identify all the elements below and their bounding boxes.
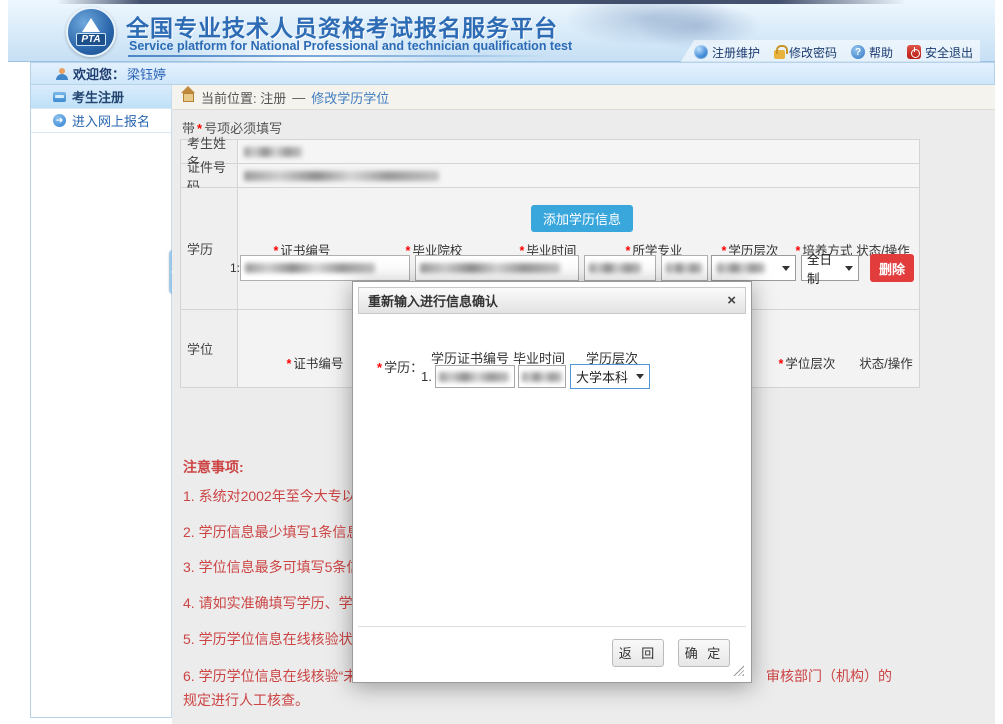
chevron-down-icon [636, 374, 644, 379]
welcome-username: 梁钰婷 [127, 64, 166, 83]
note-item-6-wrap: 规定进行人工核查。 [183, 690, 309, 710]
registration-platform-screen: PTA 全国专业技术人员资格考试报名服务平台 Service platform … [0, 0, 1003, 724]
welcome-bar: 欢迎您： 梁钰婷 [30, 62, 995, 85]
column-degree-status: 状态/操作 [859, 353, 912, 372]
pta-logo: PTA [66, 7, 116, 57]
modal-body: *学历： 学历证书编号 毕业时间 学历层次 1. 大学本科 [358, 314, 746, 626]
site-title: 全国专业技术人员资格考试报名服务平台 [126, 9, 558, 43]
modal-level-select[interactable]: 大学本科 [570, 364, 650, 389]
resize-grip[interactable] [733, 665, 744, 676]
degree-label: 学位 [181, 310, 238, 387]
sidebar-item-label: 考生注册 [72, 87, 124, 106]
delete-education-button[interactable]: 删除 [870, 254, 914, 282]
site-subtitle: Service platform for National Profession… [129, 39, 572, 53]
notes-title: 注意事项: [183, 457, 355, 477]
note-item-5: 5. 学历学位信息在线核验状态 [183, 629, 355, 649]
edu-level-select[interactable] [711, 255, 796, 281]
table-row-id-number: 证件号码 [181, 164, 919, 188]
modal-footer: 返 回 确 定 [358, 626, 746, 678]
link-change-password[interactable]: 修改密码 [774, 44, 837, 61]
welcome-prefix: 欢迎您： [73, 64, 125, 83]
modal-field-label: *学历： [375, 357, 423, 376]
home-icon [180, 92, 195, 105]
breadcrumb: 当前位置: 注册 — 修改学历学位 [172, 85, 995, 110]
breadcrumb-current-link[interactable]: 修改学历学位 [311, 88, 389, 107]
header-banner: PTA 全国专业技术人员资格考试报名服务平台 Service platform … [8, 0, 995, 62]
back-button[interactable]: 返 回 [612, 639, 664, 667]
globe-icon [694, 45, 708, 59]
link-label: 注册维护 [712, 44, 760, 61]
note-item-3: 3. 学位信息最多可填写5条信息 [183, 557, 355, 577]
subtitle-underline [128, 55, 548, 57]
close-icon[interactable]: × [727, 293, 736, 308]
header-links: 注册维护 修改密码 ? 帮助 安全退出 [694, 42, 973, 62]
link-label: 修改密码 [789, 44, 837, 61]
folder-icon [53, 92, 66, 102]
logo-triangle-icon [82, 18, 100, 32]
redacted-id-value [244, 171, 439, 181]
confirm-button[interactable]: 确 定 [678, 639, 730, 667]
note-item-1: 1. 系统对2002年至今大专以上 [183, 486, 355, 506]
grad-date-input[interactable] [584, 255, 656, 281]
sidebar: 考生注册 ➜ 进入网上报名 [30, 85, 172, 718]
modal-titlebar: 重新输入进行信息确认 × [358, 287, 746, 314]
note-item-6-continued: 审核部门（机构）的 [766, 666, 892, 686]
breadcrumb-location: 当前位置: 注册 [201, 88, 286, 107]
breadcrumb-separator: — [292, 90, 305, 105]
chevron-down-icon [845, 266, 853, 271]
link-help[interactable]: ? 帮助 [851, 44, 893, 61]
modal-cert-input[interactable] [435, 365, 515, 388]
confirm-info-modal: 重新输入进行信息确认 × *学历： 学历证书编号 毕业时间 学历层次 1. 大学… [352, 281, 752, 683]
sidebar-item-candidate-register[interactable]: 考生注册 [31, 85, 171, 109]
table-row-name: 考生姓名 [181, 140, 919, 164]
note-item-4: 4. 请如实准确填写学历、学位 [183, 593, 355, 613]
link-safe-logout[interactable]: 安全退出 [907, 44, 973, 61]
major-input[interactable] [661, 255, 708, 281]
school-input[interactable] [415, 255, 579, 281]
modal-grad-date-input[interactable] [518, 365, 566, 388]
logo-text: PTA [76, 33, 105, 46]
user-icon [56, 68, 68, 80]
link-register-maintain[interactable]: 注册维护 [694, 44, 760, 61]
column-degree-cert: *证书编号 [285, 353, 344, 372]
header-top-strip [56, 0, 906, 4]
column-degree-level: *学位层次 [777, 353, 836, 372]
cert-number-input[interactable] [240, 255, 410, 281]
id-value [238, 164, 919, 187]
name-value [238, 140, 919, 163]
add-education-button[interactable]: 添加学历信息 [531, 205, 633, 232]
modal-title: 重新输入进行信息确认 [368, 291, 498, 310]
id-label: 证件号码 [181, 164, 238, 187]
redacted-name-value [244, 147, 302, 157]
education-label: 学历 [181, 188, 238, 309]
training-mode-select[interactable]: 全日制 [801, 255, 859, 281]
sidebar-item-enter-online-register[interactable]: ➜ 进入网上报名 [31, 109, 171, 133]
note-item-6: 6. 学历学位信息在线核验“未 [183, 666, 355, 686]
chevron-down-icon [782, 266, 790, 271]
link-label: 帮助 [869, 44, 893, 61]
sidebar-item-label: 进入网上报名 [72, 111, 150, 130]
education-row-index: 1: [230, 261, 240, 275]
modal-row-index: 1. [421, 369, 432, 384]
power-icon [907, 45, 921, 59]
question-icon: ? [851, 45, 865, 59]
link-label: 安全退出 [925, 44, 973, 61]
lock-icon [774, 50, 785, 59]
note-item-2: 2. 学历信息最少填写1条信息， [183, 522, 355, 542]
arrow-right-icon: ➜ [53, 114, 66, 127]
